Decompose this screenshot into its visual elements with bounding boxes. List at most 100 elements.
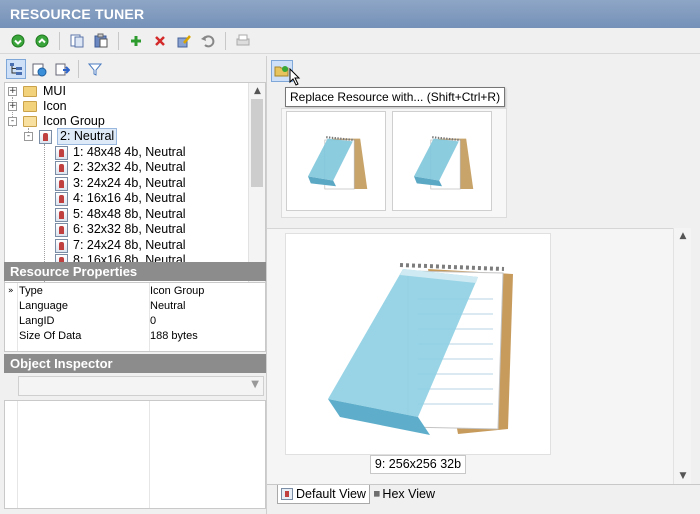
icon-preview: [285, 233, 551, 455]
add-icon[interactable]: [126, 31, 146, 51]
tree-view-icon[interactable]: [6, 59, 26, 79]
expand-icon[interactable]: +: [8, 102, 17, 111]
preview-caption: 9: 256x256 32b: [370, 455, 466, 474]
main-toolbar: [0, 28, 700, 54]
property-key: LangID: [19, 315, 55, 327]
undo-icon[interactable]: [198, 31, 218, 51]
property-value: 0: [150, 315, 157, 327]
tree-item-label: 2: Neutral: [57, 128, 118, 145]
icon-resource-icon: [55, 191, 68, 206]
tree-item-label: 4: 16x16 4b, Neutral: [73, 191, 186, 205]
property-key: Size Of Data: [19, 330, 82, 342]
tree-item-leaf[interactable]: 2: 32x32 4b, Neutral: [55, 160, 186, 175]
tab-label: Default View: [296, 486, 366, 501]
property-row[interactable]: LangID 0: [5, 314, 265, 329]
scroll-down-icon[interactable]: ▼: [674, 468, 692, 484]
hex-view-icon: ▦: [374, 489, 380, 499]
icon-resource-icon: [39, 129, 52, 144]
notepad-icon: [308, 136, 368, 190]
tree-item-label: MUI: [43, 84, 66, 98]
edit-icon[interactable]: [174, 31, 194, 51]
tree-item-label: 1: 48x48 4b, Neutral: [73, 145, 186, 159]
toolbar-separator: [78, 60, 79, 78]
tree-item-icon-group[interactable]: - Icon Group: [8, 114, 105, 129]
tree-item-mui[interactable]: + MUI: [8, 84, 66, 99]
grid-line: [17, 401, 18, 508]
collapse-icon[interactable]: -: [8, 117, 17, 126]
nav-back-icon[interactable]: [8, 31, 28, 51]
left-pane: + MUI + Icon - Icon Group - 2: Neutral 1…: [0, 56, 266, 514]
tab-label: Hex View: [382, 487, 435, 501]
icon-thumbnail[interactable]: [392, 111, 492, 211]
property-key: Type: [19, 285, 43, 297]
tree-item-label: Icon: [43, 99, 67, 113]
copy-icon[interactable]: [67, 31, 87, 51]
preview-scrollbar[interactable]: ▲ ▼: [673, 228, 691, 484]
icon-thumbnail[interactable]: [286, 111, 386, 211]
collapse-icon[interactable]: -: [24, 132, 33, 141]
notepad-icon: [414, 136, 474, 190]
open-folder-icon: [23, 116, 37, 127]
tree-item-label: 5: 48x48 8b, Neutral: [73, 207, 186, 221]
expand-icon[interactable]: +: [8, 87, 17, 96]
window-title: RESOURCE TUNER: [0, 0, 700, 28]
notepad-large-icon: [328, 263, 513, 435]
replace-resource-icon: [274, 66, 289, 77]
toolbar-separator: [118, 31, 119, 50]
scroll-up-icon[interactable]: ▲: [674, 228, 692, 244]
tree-item-neutral[interactable]: - 2: Neutral: [24, 128, 118, 145]
resource-properties-header: Resource Properties: [4, 262, 266, 281]
refresh-icon[interactable]: [29, 59, 49, 79]
tree-item-leaf[interactable]: 5: 48x48 8b, Neutral: [55, 207, 186, 222]
mouse-cursor-icon: [289, 68, 301, 86]
filter-icon[interactable]: [85, 59, 105, 79]
replace-resource-tooltip: Replace Resource with... (Shift+Ctrl+R): [285, 87, 506, 107]
tree-item-leaf[interactable]: 7: 24x24 8b, Neutral: [55, 238, 186, 253]
delete-icon[interactable]: [150, 31, 170, 51]
property-row[interactable]: Size Of Data 188 bytes: [5, 329, 265, 344]
tree-toolbar: [0, 56, 266, 82]
tree-item-label: 7: 24x24 8b, Neutral: [73, 238, 186, 252]
print-icon[interactable]: [233, 31, 253, 51]
property-row[interactable]: » Type Icon Group: [5, 284, 265, 299]
icon-resource-icon: [55, 207, 68, 222]
object-inspector-grid: [4, 400, 266, 509]
tree-item-leaf[interactable]: 1: 48x48 4b, Neutral: [55, 145, 186, 160]
scroll-thumb[interactable]: [251, 99, 263, 187]
paste-icon[interactable]: [91, 31, 111, 51]
toolbar-separator: [225, 31, 226, 50]
tree-item-label: 3: 24x24 4b, Neutral: [73, 176, 186, 190]
property-value: Icon Group: [150, 285, 205, 297]
tree-item-leaf[interactable]: 3: 24x24 4b, Neutral: [55, 176, 186, 191]
icon-thumbnail-strip: [281, 108, 507, 218]
icon-resource-icon: [55, 222, 68, 237]
toolbar-separator: [59, 31, 60, 50]
tab-default-view[interactable]: Default View: [277, 485, 370, 504]
property-value: Neutral: [150, 300, 186, 312]
grid-line: [149, 401, 150, 508]
tree-item-leaf[interactable]: 6: 32x32 8b, Neutral: [55, 222, 186, 237]
resource-properties-grid: » Type Icon Group Language Neutral LangI…: [4, 282, 266, 352]
scroll-up-icon[interactable]: ▲: [249, 83, 265, 99]
nav-forward-icon[interactable]: [32, 31, 52, 51]
tree-item-label: 6: 32x32 8b, Neutral: [73, 222, 186, 236]
view-tabs: Default View ▦ Hex View: [267, 484, 700, 514]
export-icon[interactable]: [52, 59, 72, 79]
icon-resource-icon: [55, 238, 68, 253]
tab-hex-view[interactable]: ▦ Hex View: [371, 485, 438, 504]
object-selector-dropdown[interactable]: ▼: [18, 376, 264, 396]
tree-item-leaf[interactable]: 4: 16x16 4b, Neutral: [55, 191, 186, 206]
default-view-icon: [281, 488, 293, 500]
tree-item-label: Icon Group: [43, 114, 105, 128]
folder-icon: [23, 101, 37, 112]
chevron-down-icon: ▼: [251, 379, 259, 390]
tree-item-label: 2: 32x32 4b, Neutral: [73, 160, 186, 174]
object-inspector-header: Object Inspector: [4, 354, 266, 373]
row-selector-icon: »: [8, 286, 14, 296]
folder-icon: [23, 86, 37, 97]
property-row[interactable]: Language Neutral: [5, 299, 265, 314]
icon-resource-icon: [55, 160, 68, 175]
tree-item-icon[interactable]: + Icon: [8, 99, 67, 114]
icon-resource-icon: [55, 145, 68, 160]
property-key: Language: [19, 300, 68, 312]
